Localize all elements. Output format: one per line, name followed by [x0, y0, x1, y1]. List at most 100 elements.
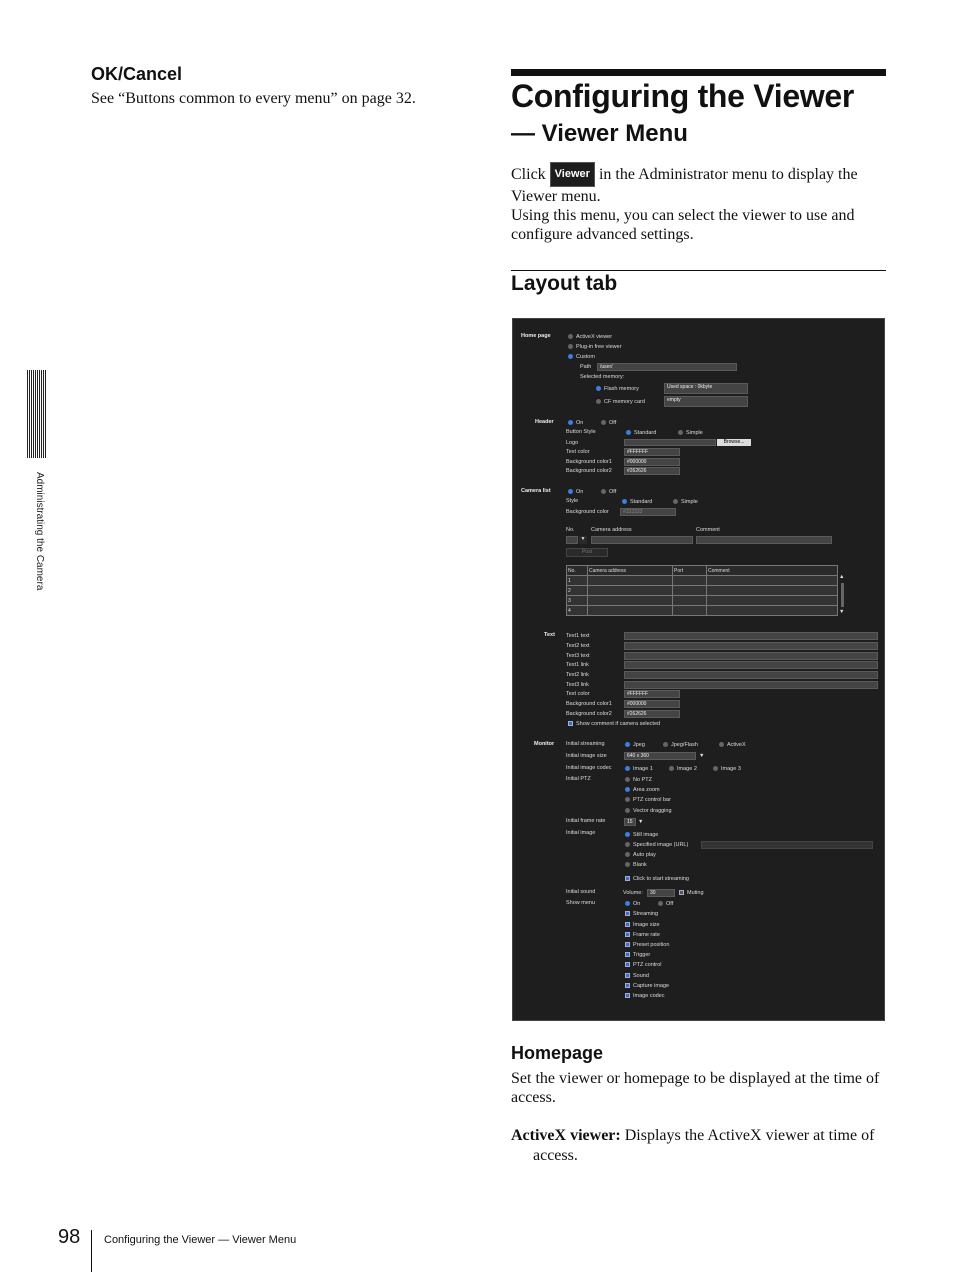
menu-item-sound-checkbox[interactable]: Sound — [625, 973, 649, 979]
memory-opt-cf[interactable]: CF memory card — [596, 399, 645, 405]
show-comment-checkbox[interactable]: Show comment if camera selected — [568, 721, 660, 727]
menu-item-ptz-checkbox[interactable]: PTZ control — [625, 962, 661, 968]
menu-item-capture-checkbox[interactable]: Capture image — [625, 983, 669, 989]
chevron-down-icon[interactable]: ▼ — [699, 753, 704, 759]
checkbox-icon — [625, 932, 630, 937]
text1-link-label: Text1 link — [566, 662, 589, 668]
text3-text-input[interactable] — [624, 652, 878, 660]
frame-rate-select[interactable]: 15 — [624, 818, 636, 826]
homepage-opt-activex[interactable]: ActiveX viewer — [568, 334, 612, 340]
menu-item-codec-checkbox[interactable]: Image codec — [625, 993, 665, 999]
streaming-opt-jpegflash[interactable]: Jpeg/Flash — [663, 742, 698, 748]
camera-list-on-radio[interactable]: On — [568, 489, 583, 495]
memory-opt-flash[interactable]: Flash memory — [596, 386, 639, 392]
initial-image-codec-label: Initial image codec — [566, 765, 612, 771]
menu-item-framerate-checkbox[interactable]: Frame rate — [625, 932, 660, 938]
header-on-radio[interactable]: On — [568, 420, 583, 426]
checkbox-icon — [625, 952, 630, 957]
col-comment: Comment — [706, 565, 838, 576]
header-off-radio[interactable]: Off — [601, 420, 616, 426]
streaming-opt-activex[interactable]: ActiveX — [719, 742, 746, 748]
image-url-input[interactable] — [701, 841, 873, 849]
radio-icon — [713, 766, 718, 771]
click-to-start-checkbox[interactable]: Click to start streaming — [625, 876, 689, 882]
text1-link-input[interactable] — [624, 661, 878, 669]
camera-list-bg-input[interactable]: #333333 — [620, 508, 676, 516]
table-row[interactable]: 1 — [566, 575, 838, 586]
camera-list-off-radio[interactable]: Off — [601, 489, 616, 495]
browse-button[interactable]: Browse... — [717, 439, 751, 446]
text-color-input[interactable]: #FFFFFF — [624, 690, 680, 698]
text-bg1-input[interactable]: #000000 — [624, 700, 680, 708]
text-bg2-input[interactable]: #262626 — [624, 710, 680, 718]
path-input[interactable]: /user/ — [597, 363, 737, 371]
radio-icon — [625, 797, 630, 802]
homepage-opt-pluginfree[interactable]: Plug-in free viewer — [568, 344, 622, 350]
header-bg2-label: Background color2 — [566, 468, 612, 474]
text3-link-label: Text3 link — [566, 682, 589, 688]
section-rule — [511, 270, 886, 271]
col-no: No. — [566, 565, 588, 576]
header-bg2-input[interactable]: #262626 — [624, 467, 680, 475]
button-style-standard[interactable]: Standard — [626, 430, 656, 436]
ptz-opt-vector[interactable]: Vector dragging — [625, 808, 672, 814]
scroll-up-icon[interactable]: ▲ — [839, 574, 844, 580]
intro-line2: Using this menu, you can select the view… — [511, 207, 855, 243]
show-menu-on-radio[interactable]: On — [625, 901, 640, 907]
ptz-opt-none[interactable]: No PTZ — [625, 777, 652, 783]
table-row[interactable]: 2 — [566, 585, 838, 596]
camera-list-style-standard[interactable]: Standard — [622, 499, 652, 505]
header-bg1-input[interactable]: #000000 — [624, 458, 680, 466]
text3-link-input[interactable] — [624, 681, 878, 689]
camera-comment-input[interactable] — [696, 536, 832, 544]
table-row[interactable]: 3 — [566, 595, 838, 606]
checkbox-icon — [625, 942, 630, 947]
checkbox-icon — [625, 962, 630, 967]
codec-opt-2[interactable]: Image 2 — [669, 766, 697, 772]
camera-table: No. Camera address Port Comment 1 2 3 4 — [566, 565, 838, 616]
menu-item-trigger-checkbox[interactable]: Trigger — [625, 952, 650, 958]
text2-text-input[interactable] — [624, 642, 878, 650]
logo-label: Logo — [566, 440, 579, 446]
volume-input[interactable]: 30 — [647, 889, 675, 897]
image-opt-still[interactable]: Still image — [625, 832, 658, 838]
button-style-simple[interactable]: Simple — [678, 430, 703, 436]
camera-no-select[interactable] — [566, 536, 578, 544]
muting-checkbox[interactable]: Muting — [679, 890, 704, 896]
homepage-opt-custom[interactable]: Custom — [568, 354, 595, 360]
path-label: Path — [580, 364, 592, 370]
streaming-opt-jpeg[interactable]: Jpeg — [625, 742, 645, 748]
text1-text-input[interactable] — [624, 632, 878, 640]
camera-comment-header: Comment — [696, 527, 720, 533]
menu-item-streaming-checkbox[interactable]: Streaming — [625, 911, 658, 917]
table-scrollbar[interactable] — [841, 583, 844, 607]
show-menu-off-radio[interactable]: Off — [658, 901, 673, 907]
ptz-opt-areazoom[interactable]: Area zoom — [625, 787, 660, 793]
radio-icon — [625, 832, 630, 837]
text2-link-input[interactable] — [624, 671, 878, 679]
logo-input[interactable] — [624, 439, 716, 446]
image-opt-url[interactable]: Specified image (URL) — [625, 842, 688, 848]
image-size-select[interactable]: 640 x 360 — [624, 752, 696, 760]
image-opt-autoplay[interactable]: Auto play — [625, 852, 656, 858]
initial-image-label: Initial image — [566, 830, 596, 836]
radio-icon — [719, 742, 724, 747]
menu-item-preset-checkbox[interactable]: Preset position — [625, 942, 669, 948]
camera-address-input[interactable] — [591, 536, 693, 544]
camera-list-style-simple[interactable]: Simple — [673, 499, 698, 505]
codec-opt-3[interactable]: Image 3 — [713, 766, 741, 772]
image-opt-blank[interactable]: Blank — [625, 862, 647, 868]
radio-icon — [626, 430, 631, 435]
table-row[interactable]: 4 — [566, 605, 838, 616]
camera-table-header: No. Camera address Port Comment — [566, 565, 838, 576]
codec-opt-1[interactable]: Image 1 — [625, 766, 653, 772]
menu-item-imagesize-checkbox[interactable]: Image size — [625, 922, 660, 928]
header-text-color-input[interactable]: #FFFFFF — [624, 448, 680, 456]
chevron-down-icon[interactable]: ▼ — [638, 819, 643, 825]
chevron-down-icon[interactable]: ▼ — [579, 536, 587, 544]
post-button[interactable]: Post — [566, 548, 608, 557]
radio-icon — [625, 766, 630, 771]
radio-icon — [625, 777, 630, 782]
ptz-opt-controlbar[interactable]: PTZ control bar — [625, 797, 671, 803]
scroll-down-icon[interactable]: ▼ — [839, 609, 844, 615]
